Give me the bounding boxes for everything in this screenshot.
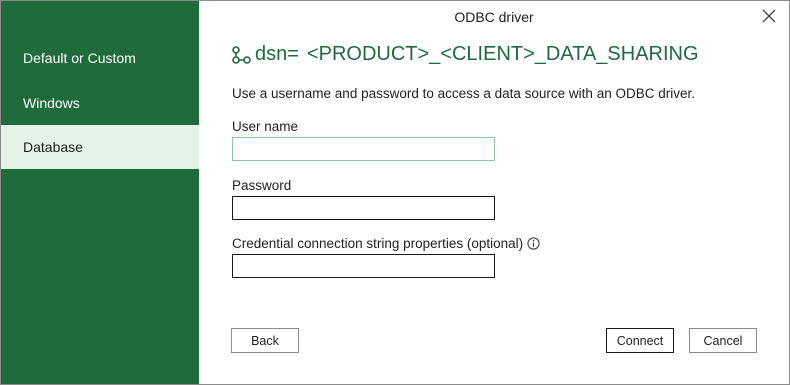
dialog-title: ODBC driver <box>454 9 534 25</box>
username-label: User name <box>232 119 298 134</box>
back-button[interactable]: Back <box>231 328 299 353</box>
close-icon <box>762 9 776 23</box>
description-text: Use a username and password to access a … <box>232 86 695 101</box>
page-heading: dsn= <PRODUCT>_<CLIENT>_DATA_SHARING <box>231 43 699 66</box>
password-label: Password <box>232 178 291 193</box>
close-button[interactable] <box>759 6 779 26</box>
username-field[interactable] <box>232 137 495 161</box>
sidebar-item-database[interactable]: Database <box>1 125 199 169</box>
connect-button[interactable]: Connect <box>606 328 674 353</box>
sidebar-item-default-or-custom[interactable]: Default or Custom <box>1 36 199 80</box>
sidebar-item-label: Windows <box>23 95 80 111</box>
password-field[interactable] <box>232 196 495 220</box>
sidebar-item-label: Default or Custom <box>23 50 136 66</box>
odbc-dialog: Default or Custom Windows Database ODBC … <box>0 0 790 385</box>
sidebar-item-label: Database <box>23 139 83 155</box>
sidebar-item-windows[interactable]: Windows <box>1 81 199 125</box>
heading-dsn-name: <PRODUCT>_<CLIENT>_DATA_SHARING <box>306 43 699 65</box>
link-icon <box>232 45 251 64</box>
heading-prefix: dsn= <box>255 43 299 65</box>
password-label-text: Password <box>232 178 292 193</box>
credential-label: Credential connection string properties … <box>232 236 540 251</box>
sidebar: Default or Custom Windows Database <box>1 1 199 384</box>
username-label-text: User name <box>232 119 299 134</box>
info-icon[interactable] <box>527 237 540 250</box>
cancel-button[interactable]: Cancel <box>689 328 757 353</box>
credential-label-text: Credential connection string properties … <box>232 236 524 251</box>
credential-field[interactable] <box>232 254 495 278</box>
